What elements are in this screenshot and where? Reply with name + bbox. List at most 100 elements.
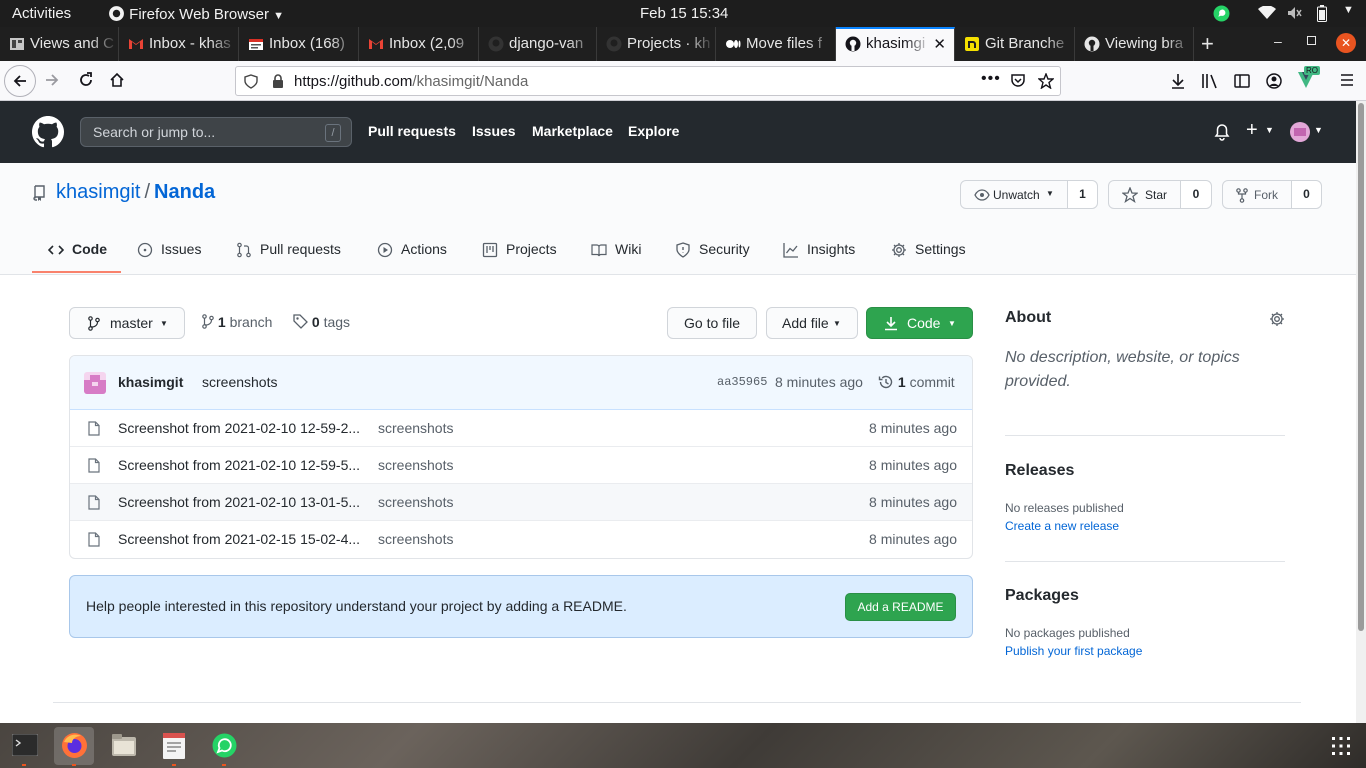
page-actions-icon[interactable]: •••	[981, 70, 1001, 88]
create-new-plus-icon[interactable]: +	[1246, 119, 1258, 142]
file-commit-message-link[interactable]: screenshots	[378, 457, 453, 473]
nav-pull-requests[interactable]: Pull requests	[368, 123, 456, 139]
file-row[interactable]: Screenshot from 2021-02-15 15-02-4... sc…	[70, 521, 972, 558]
wifi-icon[interactable]	[1258, 6, 1276, 20]
commit-author-avatar[interactable]	[84, 372, 106, 394]
url-text[interactable]: https://github.com/khasimgit/Nanda	[294, 73, 528, 90]
browser-tab[interactable]: Projects · kh	[597, 27, 716, 61]
github-icon	[845, 36, 861, 52]
create-release-link[interactable]: Create a new release	[1005, 519, 1119, 533]
dock-firefox[interactable]	[54, 727, 94, 765]
file-commit-message-link[interactable]: screenshots	[378, 420, 453, 436]
tracking-shield-icon[interactable]	[244, 74, 258, 89]
repo-owner-link[interactable]: khasimgit	[56, 181, 140, 203]
go-to-file-button[interactable]: Go to file	[667, 307, 757, 339]
repo-name-link[interactable]: Nanda	[154, 181, 215, 203]
fork-count[interactable]: 0	[1291, 181, 1321, 208]
tags-link[interactable]: 0 tags	[293, 314, 350, 330]
user-menu-caret-icon[interactable]: ▼	[1314, 125, 1323, 135]
file-row[interactable]: Screenshot from 2021-02-10 13-01-5... sc…	[70, 484, 972, 521]
browser-tab[interactable]: Views and C	[0, 27, 119, 61]
bookmark-star-icon[interactable]	[1038, 73, 1054, 89]
fork-button[interactable]: Fork 0	[1222, 180, 1322, 209]
forward-button[interactable]	[45, 73, 59, 87]
account-icon[interactable]	[1266, 73, 1282, 89]
file-name-link[interactable]: Screenshot from 2021-02-10 12-59-2...	[118, 420, 364, 436]
system-menu-caret-icon[interactable]: ▼	[1343, 4, 1354, 16]
commit-message-link[interactable]: screenshots	[202, 374, 277, 390]
battery-icon[interactable]	[1317, 5, 1327, 22]
about-settings-gear-icon[interactable]	[1269, 311, 1285, 327]
file-icon	[88, 421, 100, 436]
maximize-window-icon[interactable]	[1307, 36, 1316, 45]
hamburger-menu-icon[interactable]	[1340, 73, 1354, 87]
scrollbar-thumb[interactable]	[1358, 103, 1364, 631]
dock-files[interactable]	[104, 727, 144, 765]
page-scrollbar[interactable]	[1356, 101, 1366, 723]
library-icon[interactable]	[1201, 73, 1219, 89]
file-name-link[interactable]: Screenshot from 2021-02-15 15-02-4...	[118, 531, 364, 547]
whatsapp-tray-icon[interactable]	[1213, 5, 1230, 22]
new-tab-icon[interactable]: +	[1201, 31, 1214, 57]
activities-button[interactable]: Activities	[12, 5, 71, 22]
watch-count[interactable]: 1	[1067, 181, 1097, 208]
add-readme-button[interactable]: Add a README	[845, 593, 956, 621]
dock-show-applications[interactable]	[1320, 727, 1360, 765]
dock-terminal[interactable]	[5, 727, 45, 765]
pocket-icon[interactable]	[1010, 73, 1026, 89]
packages-heading[interactable]: Packages	[1005, 587, 1079, 605]
releases-empty-text: No releases published	[1005, 501, 1124, 515]
browser-tab[interactable]: django-van	[479, 27, 597, 61]
nav-explore[interactable]: Explore	[628, 123, 679, 139]
branches-link[interactable]: 1 branch	[202, 314, 272, 330]
browser-tab[interactable]: Git Branche	[955, 27, 1075, 61]
home-button[interactable]	[109, 72, 125, 88]
watch-button[interactable]: Unwatch ▼ 1	[960, 180, 1098, 209]
commit-author-link[interactable]: khasimgit	[118, 374, 183, 390]
notifications-bell-icon[interactable]	[1214, 124, 1230, 141]
reload-button[interactable]	[78, 72, 94, 88]
releases-heading[interactable]: Releases	[1005, 462, 1074, 480]
browser-tab[interactable]: Inbox (168)	[239, 27, 359, 61]
add-file-button[interactable]: Add file ▼	[766, 307, 858, 339]
file-name-link[interactable]: Screenshot from 2021-02-10 12-59-5...	[118, 457, 364, 473]
dock-text-editor[interactable]	[154, 727, 194, 765]
gear-icon	[892, 243, 906, 257]
app-menu[interactable]: Firefox Web Browser ▼	[108, 5, 284, 23]
lock-icon[interactable]	[272, 74, 284, 89]
minimize-window-icon[interactable]: –	[1274, 33, 1282, 49]
downloads-icon[interactable]	[1170, 73, 1186, 89]
browser-tab[interactable]: Inbox (2,09	[359, 27, 479, 61]
dock-whatsapp[interactable]	[204, 727, 244, 765]
clock[interactable]: Feb 15 15:34	[640, 5, 728, 22]
code-download-button[interactable]: Code ▼	[866, 307, 973, 339]
file-row[interactable]: Screenshot from 2021-02-10 12-59-5... sc…	[70, 447, 972, 484]
commit-history-link[interactable]: 1 commit	[878, 374, 955, 390]
browser-tab[interactable]: Move files f	[716, 27, 836, 61]
file-commit-message-link[interactable]: screenshots	[378, 494, 453, 510]
commit-sha-link[interactable]: aa35965	[717, 375, 767, 389]
star-button[interactable]: Star 0	[1108, 180, 1212, 209]
file-row[interactable]: Screenshot from 2021-02-10 12-59-2... sc…	[70, 410, 972, 447]
create-new-caret-icon[interactable]: ▼	[1265, 125, 1274, 135]
user-avatar[interactable]	[1290, 122, 1310, 142]
star-count[interactable]: 0	[1180, 181, 1211, 208]
publish-package-link[interactable]: Publish your first package	[1005, 644, 1142, 658]
github-logo-icon[interactable]	[32, 116, 64, 148]
github-search-input[interactable]: Search or jump to... /	[80, 117, 352, 147]
browser-tab-active[interactable]: khasimgi ✕	[836, 27, 955, 61]
close-window-icon[interactable]: ✕	[1336, 33, 1356, 53]
branch-select[interactable]: master ▼	[69, 307, 185, 339]
sidebar-toggle-icon[interactable]	[1234, 73, 1250, 89]
url-bar[interactable]: https://github.com/khasimgit/Nanda •••	[235, 66, 1061, 96]
nav-marketplace[interactable]: Marketplace	[532, 123, 613, 139]
close-tab-icon[interactable]: ✕	[933, 35, 946, 53]
back-button[interactable]	[4, 65, 36, 97]
volume-icon[interactable]	[1287, 6, 1303, 20]
extension-button[interactable]: RO	[1297, 66, 1320, 90]
nav-issues[interactable]: Issues	[472, 123, 516, 139]
browser-tab[interactable]: Inbox - khas	[119, 27, 239, 61]
browser-tab[interactable]: Viewing bra	[1075, 27, 1194, 61]
file-commit-message-link[interactable]: screenshots	[378, 531, 453, 547]
file-name-link[interactable]: Screenshot from 2021-02-10 13-01-5...	[118, 494, 364, 510]
